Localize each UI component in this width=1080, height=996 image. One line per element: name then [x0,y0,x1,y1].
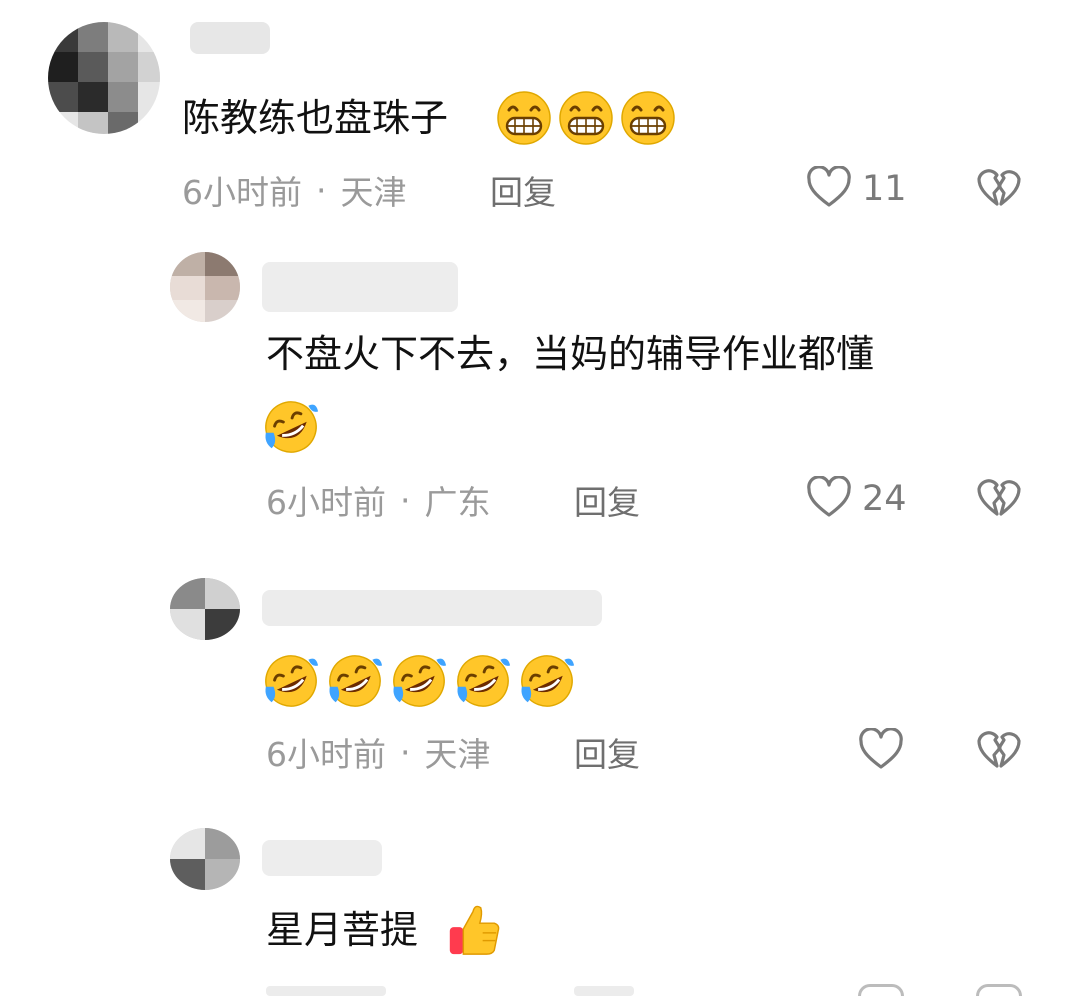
rolling-on-floor-laughing-emoji [262,652,320,714]
comment-text: 陈教练也盘珠子 [182,96,449,140]
broken-heart-icon[interactable] [976,476,1022,518]
avatar[interactable] [170,252,240,322]
rolling-on-floor-laughing-emoji [390,652,448,714]
reply-button[interactable]: 回复 [574,728,640,776]
like-count: 24 [862,479,907,519]
broken-heart-icon[interactable] [976,166,1022,208]
comment-meta: 6小时前 · 天津 [182,166,407,214]
grinning-face-emoji [558,90,614,150]
rolling-on-floor-laughing-emoji [518,652,576,714]
comment-meta: 6小时前 · 天津 [266,728,491,776]
separator-dot: · [316,170,327,210]
rolling-on-floor-laughing-emoji [262,398,320,460]
broken-heart-icon[interactable] [976,728,1022,770]
comment-text: 不盘火下不去，当妈的辅导作业都懂 [266,332,875,376]
thumbs-up-emoji [444,900,502,962]
timestamp: 6小时前 [266,735,386,774]
grinning-face-emoji [620,90,676,150]
username-blurred[interactable] [262,262,458,312]
emoji-group [262,652,582,714]
like-count: 11 [862,169,907,209]
heart-outline-icon [858,727,904,774]
comment-text: 星月菩提 [266,908,419,952]
rolling-on-floor-laughing-emoji [326,652,384,714]
heart-outline-icon [806,475,852,522]
username-blurred[interactable] [262,590,602,626]
avatar[interactable] [170,828,240,890]
like-button[interactable]: 11 [806,165,907,212]
reply-button[interactable]: 回复 [490,166,556,214]
comment-meta: 6小时前 · 广东 [266,476,491,524]
like-button[interactable] [858,727,914,774]
like-button[interactable]: 24 [806,475,907,522]
comment-meta-partial [266,980,1026,996]
comment-list: 陈教练也盘珠子 6小时前 · 天津 回复 11 不盘火下不去，当妈的辅导作业都懂… [0,0,1080,996]
emoji-group [496,90,682,150]
timestamp: 6小时前 [266,483,386,522]
heart-outline-icon [806,165,852,212]
reply-button[interactable]: 回复 [574,476,640,524]
separator-dot: · [400,732,411,772]
avatar[interactable] [48,22,160,134]
timestamp: 6小时前 [182,173,302,212]
rolling-on-floor-laughing-emoji [454,652,512,714]
username-blurred[interactable] [190,22,270,54]
username-blurred[interactable] [262,840,382,876]
location: 天津 [424,735,491,774]
location: 广东 [424,483,491,522]
avatar[interactable] [170,578,240,640]
location: 天津 [340,173,407,212]
grinning-face-emoji [496,90,552,150]
separator-dot: · [400,480,411,520]
